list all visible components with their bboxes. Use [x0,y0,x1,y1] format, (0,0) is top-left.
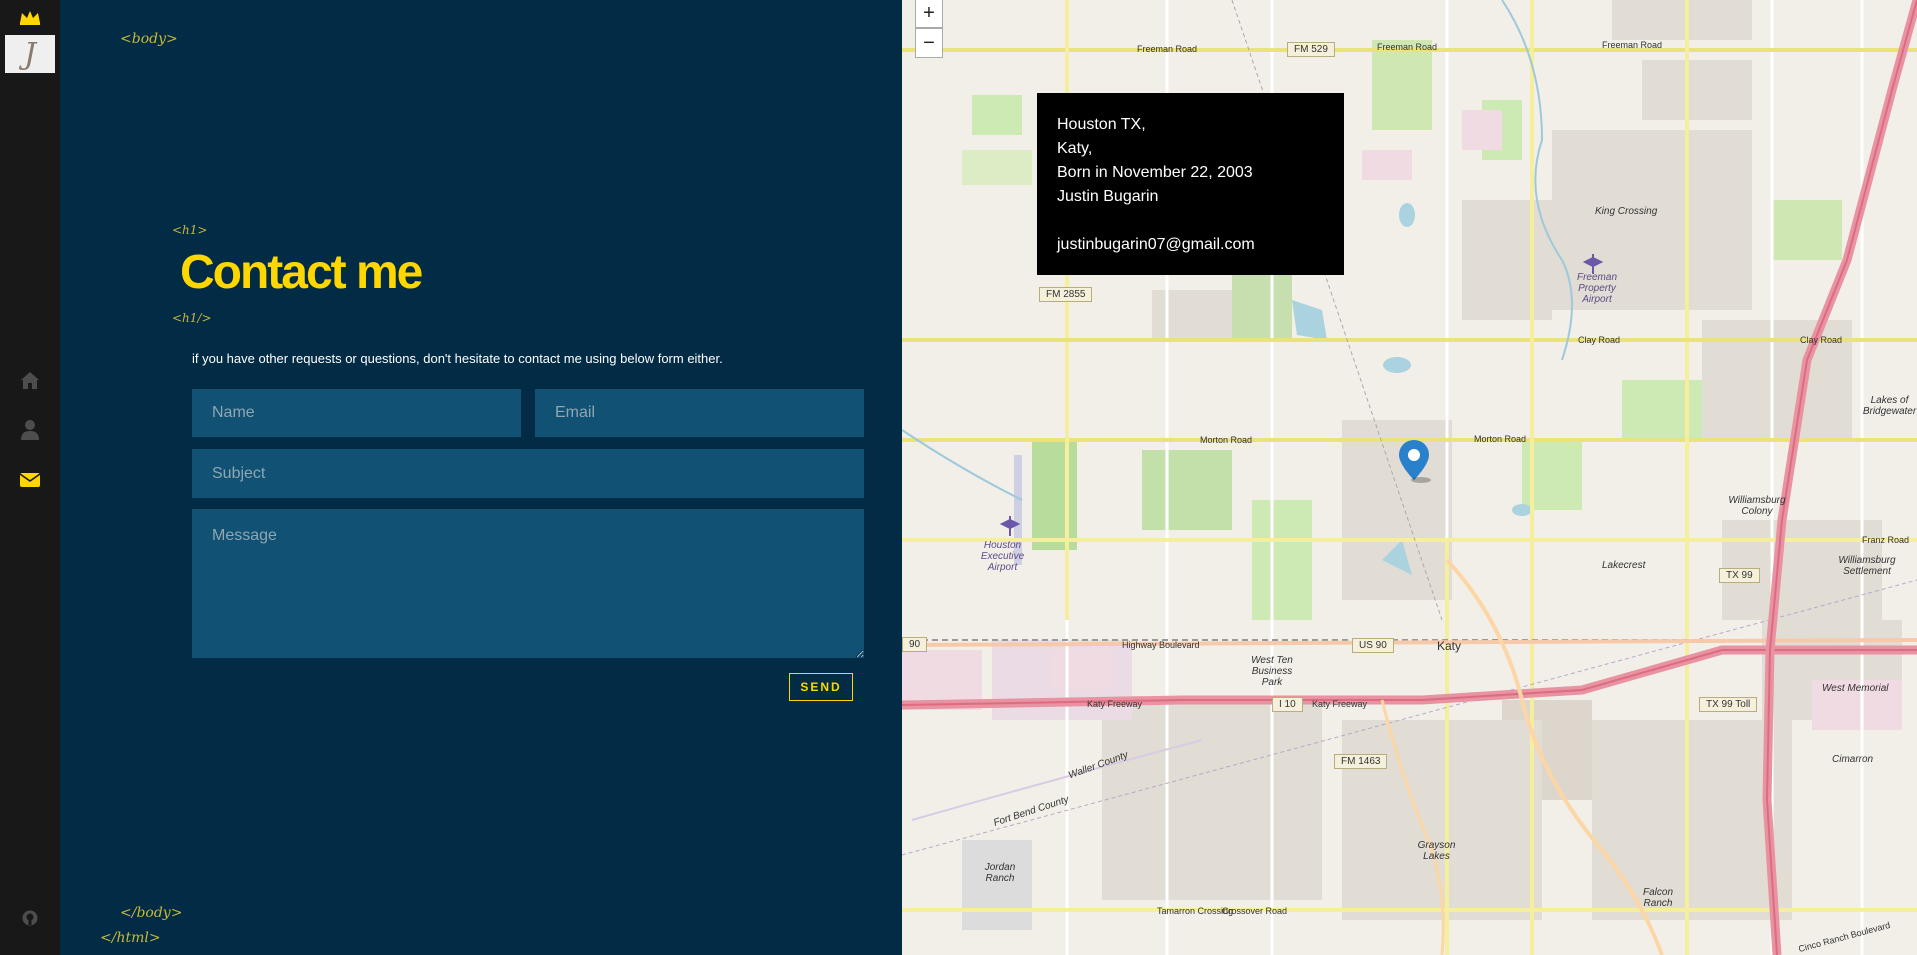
map-label: Falcon Ranch [1642,887,1673,909]
github-icon[interactable] [22,910,38,926]
name-field[interactable] [192,389,521,437]
intro-text: if you have other requests or questions,… [192,351,723,366]
map-label: West Ten Business Park [1251,655,1293,688]
map-label: Highway Boulevard [1122,640,1200,650]
nav-home[interactable] [18,368,42,392]
map-label: Cimarron [1832,754,1874,765]
map-label: Franz Road [1862,535,1910,545]
tag-html-close: </html> [100,930,161,946]
send-button[interactable]: SEND [789,673,853,701]
nav-contact[interactable] [18,468,42,492]
map-label: West Memorial [1822,683,1889,694]
page-title: Contact me [180,246,423,299]
zoom-in-button[interactable]: + [915,0,943,28]
map-shield: FM 2855 [1039,287,1093,302]
map-label: Clay Road [1578,335,1621,345]
map-label: Williamsburg Colony [1728,495,1786,517]
map-shield: US 90 [1352,638,1394,653]
nav-about[interactable] [18,418,42,442]
map-label: Morton Road [1474,434,1527,444]
map-label: Freeman Road [1137,44,1198,54]
sidebar: J [0,0,60,955]
home-icon [21,372,39,389]
map-label: Lakes of Bridgewater [1862,395,1917,417]
map-shield: TX 99 Toll [1699,697,1758,712]
map-label: Katy Freeway [1087,699,1143,709]
map-shield: TX 99 [1719,568,1760,583]
map-label: Freeman Road [1377,42,1438,52]
tag-body-open: <body> [120,31,178,47]
map-label: Crossover Road [1222,906,1288,916]
info-line: Justin Bugarin [1057,188,1159,205]
tag-h1-open: <h1> [172,223,208,237]
map-shield: FM 1463 [1334,754,1388,769]
logo[interactable]: J [5,35,55,73]
info-card: Houston TX, Katy, Born in November 22, 2… [1037,93,1344,275]
map-label: Katy Freeway [1312,699,1368,709]
info-line [1057,209,1324,233]
map-label: Williamsburg Settlement [1838,555,1896,577]
map-label: Freeman Road [1602,40,1663,50]
logo-letter: J [23,36,37,72]
info-email: justinbugarin07@gmail.com [1057,236,1255,253]
map-label: Houston Executive Airport [980,540,1025,573]
map-shield: I 10 [1272,697,1303,712]
map-shield: 90 [902,637,928,652]
crown-icon [20,11,40,25]
map-label: Clay Road [1800,335,1843,345]
email-field[interactable] [535,389,864,437]
envelope-icon [19,473,41,487]
info-line: Katy, [1057,140,1093,157]
map-label: Jordan Ranch [984,862,1016,884]
info-line: Born in November 22, 2003 [1057,164,1253,181]
map-shield: FM 529 [1287,42,1335,57]
map-label: Grayson Lakes [1417,840,1456,862]
map-label: Katy [1437,639,1462,653]
user-icon [21,420,39,440]
map-label: Morton Road [1200,435,1253,445]
map-label: King Crossing [1595,206,1658,217]
map-label: Lakecrest [1602,560,1646,571]
info-line: Houston TX, [1057,116,1146,133]
tag-h1-close: <h1/> [172,311,212,325]
tag-body-close: </body> [120,905,183,921]
zoom-out-button[interactable]: − [915,28,943,58]
subject-field[interactable] [192,449,864,498]
message-field[interactable] [192,509,864,658]
map-label: Freeman Property Airport [1576,272,1617,305]
